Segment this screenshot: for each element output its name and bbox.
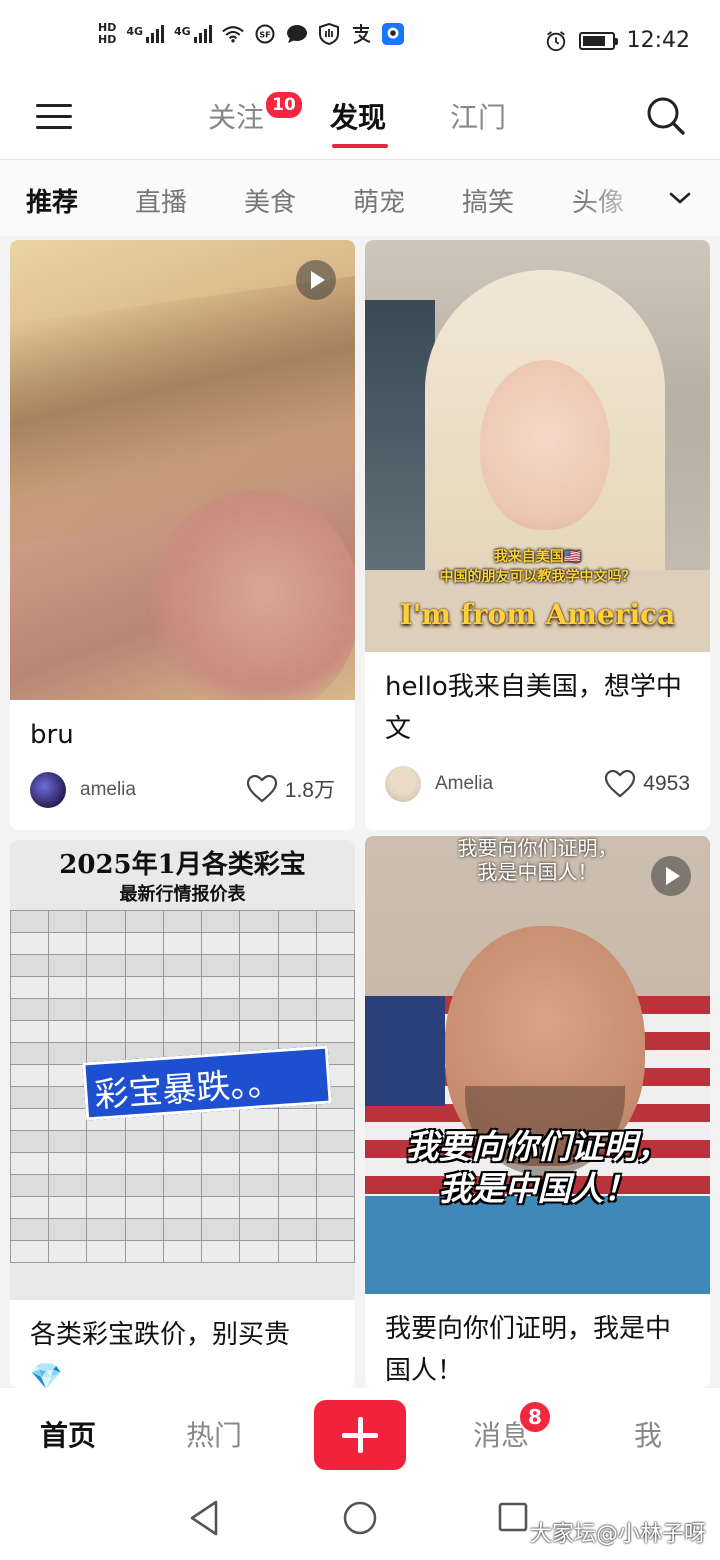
hd-label-2: HD <box>98 33 117 46</box>
category-funny[interactable]: 搞笑 <box>462 182 514 219</box>
card-3-title: 各类彩宝跌价，别买贵 💎 <box>30 1314 337 1388</box>
play-icon <box>296 260 336 300</box>
card-2-subtitle-big: I'm from America <box>399 598 676 631</box>
nav-hot[interactable]: 热门 <box>186 1414 242 1454</box>
card-4-thumbnail: 我要向你们证明， 我是中国人！ 我要向你们证明， 我是中国人！ <box>365 836 710 1294</box>
clock: 12:42 <box>626 28 690 53</box>
recents-square-icon[interactable] <box>498 1502 528 1532</box>
card-3-image-subtitle: 最新行情报价表 <box>119 884 246 905</box>
card-2-likes[interactable]: 4953 <box>605 770 690 798</box>
app-icon <box>381 23 404 45</box>
chat-bubble-icon <box>286 23 308 45</box>
create-post-button[interactable] <box>314 1400 406 1470</box>
messages-badge: 8 <box>518 1400 552 1434</box>
tab-following-label: 关注 <box>208 101 265 134</box>
card-1-like-count: 1.8万 <box>284 779 335 802</box>
search-icon[interactable] <box>646 96 686 136</box>
status-right: 12:42 <box>545 28 690 53</box>
card-3-thumbnail: 2025年1月各类彩宝 最新行情报价表 彩宝暴跌。。 <box>10 840 355 1300</box>
heart-icon <box>246 775 277 803</box>
home-circle-icon[interactable] <box>342 1500 378 1536</box>
feed-card-1[interactable]: bru amelia 1.8万 <box>10 240 355 830</box>
signal-1: 4G <box>126 25 165 43</box>
tab-jiangmen[interactable]: 江门 <box>450 96 506 136</box>
card-1-title: bru <box>30 720 74 750</box>
back-icon[interactable] <box>186 1498 222 1538</box>
nav-home[interactable]: 首页 <box>40 1414 96 1454</box>
category-food[interactable]: 美食 <box>244 182 296 219</box>
battery-icon <box>578 31 618 50</box>
network-type-1: 4G <box>126 25 144 38</box>
chevron-down-icon[interactable] <box>668 186 692 210</box>
bottom-nav: 首页 热门 消息 8 我 <box>0 1388 720 1478</box>
status-left: HD HD 4G 4G SF <box>98 22 404 46</box>
sf-icon: SF <box>254 23 276 45</box>
category-recommended[interactable]: 推荐 <box>26 182 78 219</box>
card-1-author[interactable]: amelia <box>30 772 136 808</box>
category-pets[interactable]: 萌宠 <box>353 182 405 219</box>
hand-icon <box>318 23 340 45</box>
avatar <box>30 772 66 808</box>
watermark: 大家坛@小林子呀 <box>529 1522 706 1547</box>
system-nav: 大家坛@小林子呀 <box>0 1478 720 1560</box>
heart-icon <box>605 770 636 798</box>
card-2-author[interactable]: Amelia <box>385 766 493 802</box>
following-badge: 10 <box>264 90 304 120</box>
top-nav: 关注 10 发现 江门 <box>0 88 720 160</box>
feed-card-3[interactable]: 2025年1月各类彩宝 最新行情报价表 彩宝暴跌。。 各类彩宝跌价，别买贵 💎 <box>10 840 355 1388</box>
card-2-like-count: 4953 <box>643 772 690 795</box>
tab-discover[interactable]: 发现 <box>330 96 386 136</box>
card-2-author-name: Amelia <box>435 773 494 794</box>
menu-icon[interactable] <box>36 102 72 132</box>
tab-discover-label: 发现 <box>330 101 387 134</box>
card-1-thumbnail <box>10 240 355 700</box>
gem-emoji-icon: 💎 <box>30 1362 63 1388</box>
card-4-title: 我要向你们证明，我是中国人！ <box>385 1314 672 1386</box>
alipay-icon <box>350 23 372 45</box>
category-fade <box>580 160 660 236</box>
card-3-image-title: 2025年1月各类彩宝 <box>59 850 306 880</box>
card-2-thumbnail: 我来自美国🇺🇸 中国的朋友可以教我学中文吗？ I'm from America <box>365 240 710 652</box>
card-2-title: hello我来自美国，想学中文 <box>385 672 682 744</box>
card-2-subtitle-top: 我来自美国🇺🇸 <box>493 549 582 565</box>
hd-indicators: HD HD <box>98 22 116 46</box>
alarm-icon <box>545 30 567 52</box>
category-live[interactable]: 直播 <box>135 182 187 219</box>
tab-following[interactable]: 关注 <box>208 96 264 136</box>
card-4-image-caption: 我要向你们证明， 我是中国人！ <box>405 1127 670 1208</box>
active-tab-indicator <box>332 144 388 148</box>
category-bar: 推荐 直播 美食 萌宠 搞笑 头像 <box>0 160 720 236</box>
card-3-title-text: 各类彩宝跌价，别买贵 <box>30 1320 291 1350</box>
network-type-2: 4G <box>174 25 191 38</box>
feed-card-4[interactable]: 我要向你们证明， 我是中国人！ 我要向你们证明， 我是中国人！ 我要向你们证明，… <box>365 836 710 1388</box>
card-1-likes[interactable]: 1.8万 <box>246 774 335 804</box>
card-1-author-name: amelia <box>80 779 136 800</box>
card-2-subtitle-mid: 中国的朋友可以教我学中文吗？ <box>439 569 636 585</box>
feed-card-2[interactable]: 我来自美国🇺🇸 中国的朋友可以教我学中文吗？ I'm from America … <box>365 240 710 830</box>
avatar <box>385 766 421 802</box>
play-icon <box>651 856 691 896</box>
tab-jiangmen-label: 江门 <box>450 101 507 134</box>
nav-me[interactable]: 我 <box>634 1414 662 1454</box>
status-bar: HD HD 4G 4G SF 12:42 <box>0 0 720 88</box>
svg-text:SF: SF <box>259 31 270 40</box>
wifi-icon <box>221 23 244 45</box>
signal-2: 4G <box>174 25 212 43</box>
